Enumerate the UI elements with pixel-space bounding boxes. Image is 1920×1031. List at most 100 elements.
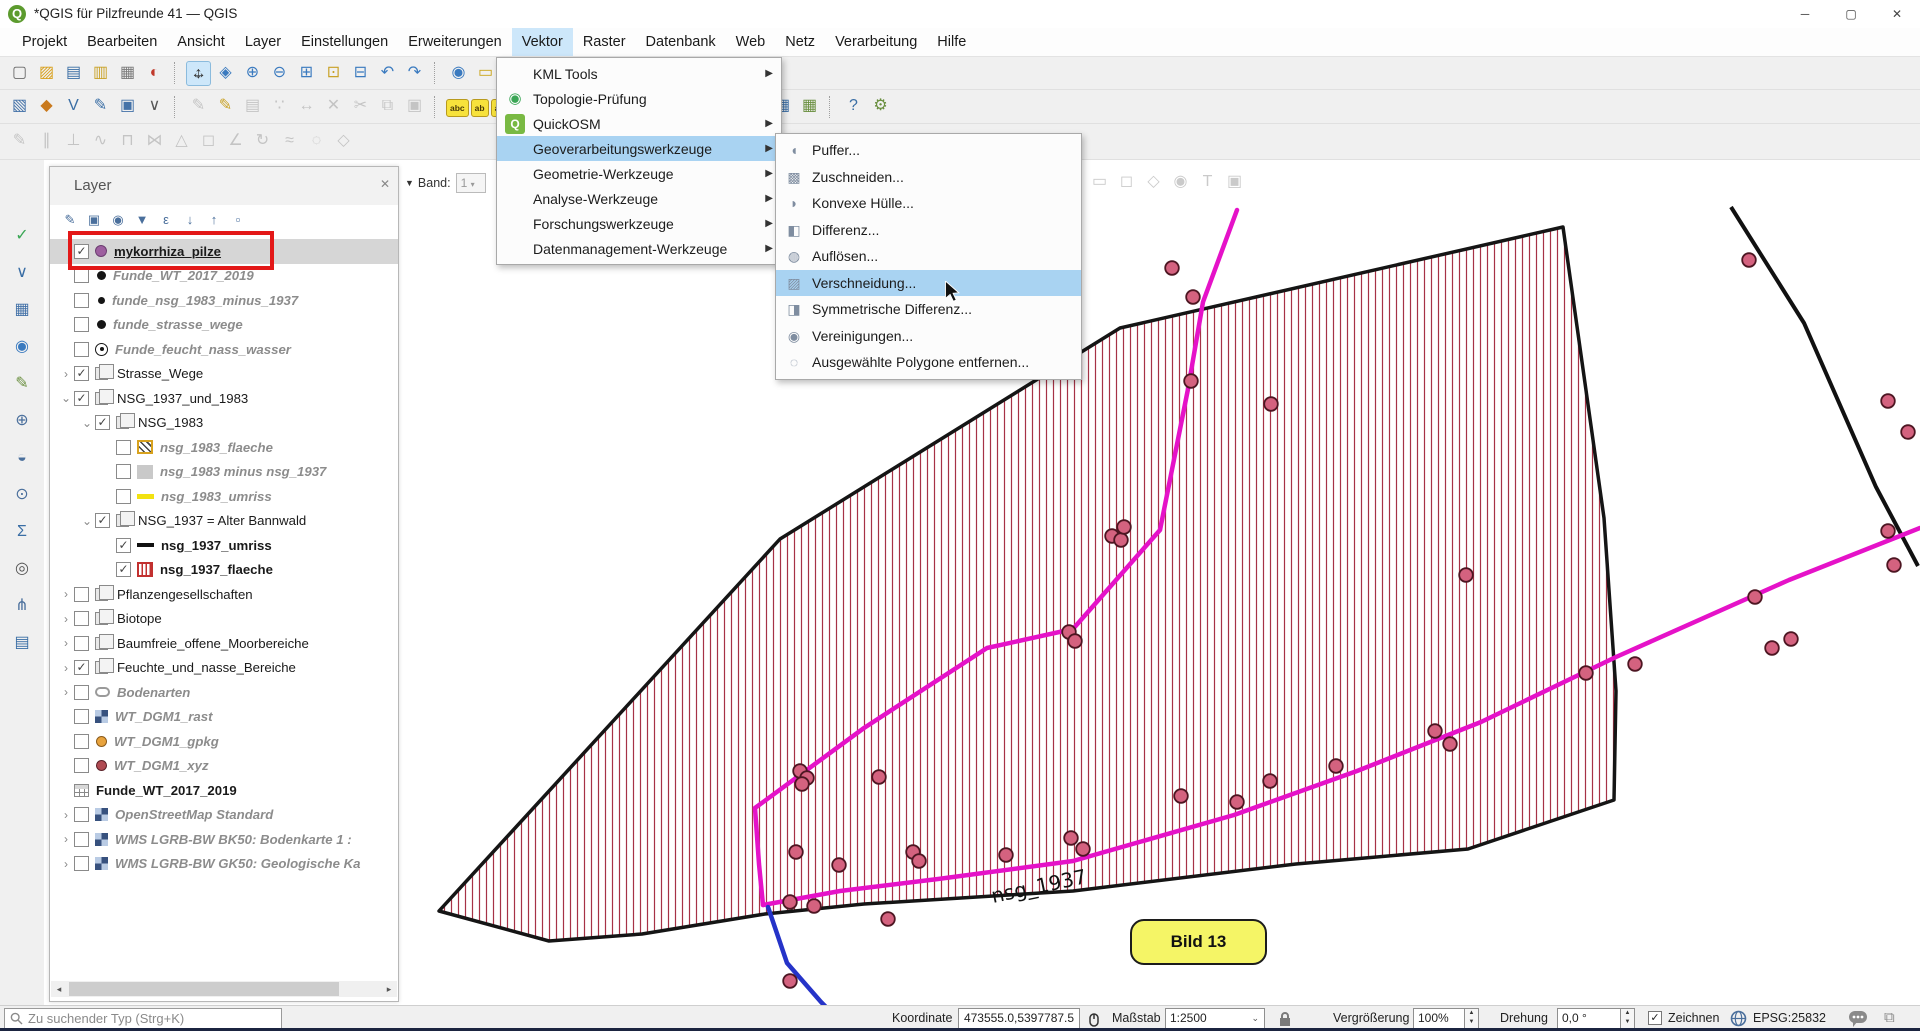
layer-row-nsg-1937-umriss[interactable]: ✓nsg_1937_umriss: [50, 533, 398, 558]
paste-features-button[interactable]: ▣: [402, 94, 427, 119]
layer-visibility-checkbox[interactable]: [74, 807, 89, 822]
vector-overlay-tools-button[interactable]: ∨: [10, 261, 35, 286]
move-feature-button[interactable]: ↔: [294, 94, 319, 119]
add-group-button[interactable]: ▣: [83, 209, 105, 231]
expand-icon[interactable]: ›: [58, 367, 74, 381]
mouse-tracking-icon[interactable]: [1086, 1011, 1102, 1027]
expand-icon[interactable]: ›: [58, 636, 74, 650]
band-select[interactable]: 1 ▾: [456, 173, 486, 193]
menu-hilfe[interactable]: Hilfe: [927, 28, 976, 56]
layer-visibility-checkbox[interactable]: ✓: [95, 513, 110, 528]
merge-features-button[interactable]: ◇: [331, 129, 356, 154]
scale-lock-icon[interactable]: [1278, 1012, 1292, 1027]
magnifier-input[interactable]: 100%: [1413, 1008, 1465, 1029]
layer-row-funde-wt-2017-2019[interactable]: Funde_WT_2017_2019: [50, 778, 398, 803]
open-project-button[interactable]: ▨: [34, 61, 59, 86]
menu-vektor[interactable]: Vektor: [512, 28, 573, 56]
layer-visibility-checkbox[interactable]: [74, 268, 89, 283]
menu-item-quickosm[interactable]: QQuickOSM▶: [497, 111, 781, 136]
layer-row-wms-lgrb-bw-bk50-bodenkarte-1[interactable]: ›WMS LGRB-BW BK50: Bodenkarte 1 :: [50, 827, 398, 852]
layer-row-biotope[interactable]: ›Biotope: [50, 607, 398, 632]
layer-visibility-checkbox[interactable]: ✓: [74, 366, 89, 381]
data-source-manager-button[interactable]: ▧: [7, 94, 32, 119]
minimize-button[interactable]: ─: [1782, 0, 1828, 28]
layer-visibility-checkbox[interactable]: [74, 636, 89, 651]
georeferencer-button[interactable]: ◉: [10, 335, 35, 360]
panel-close-icon[interactable]: ✕: [380, 177, 390, 191]
layer-row-wt-dgm1-rast[interactable]: WT_DGM1_rast: [50, 705, 398, 730]
trim-extend-button[interactable]: ∠: [223, 129, 248, 154]
spreadsheet-layers-button[interactable]: ▦: [797, 94, 822, 119]
menu-projekt[interactable]: Projekt: [12, 28, 77, 56]
add-spatialite-layer-button[interactable]: ◆: [34, 94, 59, 119]
new-geopackage-layer-button[interactable]: ✎: [88, 94, 113, 119]
add-ring-button[interactable]: ◌: [304, 129, 329, 154]
toggle-editing-button[interactable]: ✎: [213, 94, 238, 119]
menu-item-ausgewählte-polygone-entfernen[interactable]: ◌Ausgewählte Polygone entfernen...: [776, 349, 1081, 376]
layer-row-openstreetmap-standard[interactable]: ›OpenStreetMap Standard: [50, 803, 398, 828]
expand-icon[interactable]: ›: [58, 857, 74, 871]
layer-row-nsg-1983-minus-nsg-1937[interactable]: nsg_1983 minus nsg_1937: [50, 460, 398, 485]
scroll-right-icon[interactable]: ▸: [381, 981, 397, 997]
manage-map-themes-button[interactable]: ◉: [107, 209, 129, 231]
annotation-text-button[interactable]: T: [1195, 170, 1220, 195]
fill-ring-button[interactable]: ◻: [196, 129, 221, 154]
menu-item-topologie-prüfung[interactable]: ◉Topologie-Prüfung: [497, 86, 781, 111]
layer-row-strasse-wege[interactable]: ›✓Strasse_Wege: [50, 362, 398, 387]
menu-netz[interactable]: Netz: [775, 28, 825, 56]
layer-row-wms-lgrb-bw-gk50-geologische-ka[interactable]: ›WMS LGRB-BW GK50: Geologische Ka: [50, 852, 398, 877]
layer-row-baumfreie-offene-moorbereiche[interactable]: ›Baumfreie_offene_Moorbereiche: [50, 631, 398, 656]
maximize-button[interactable]: ▢: [1828, 0, 1874, 28]
layer-row-funde-nsg-1983-minus-1937[interactable]: funde_nsg_1983_minus_1937: [50, 288, 398, 313]
layer-row-feuchte-und-nasse-bereiche[interactable]: ›✓Feuchte_und_nasse_Bereiche: [50, 656, 398, 681]
edit-tools-button[interactable]: ✎: [10, 372, 35, 397]
identify-features-button[interactable]: ◉: [446, 61, 471, 86]
table-tool-button[interactable]: ▤: [10, 631, 35, 656]
rotate-feature-button[interactable]: ↻: [250, 129, 275, 154]
copy-features-button[interactable]: ⧉: [375, 94, 400, 119]
parallel-construction-button[interactable]: ∥: [34, 129, 59, 154]
layer-visibility-checkbox[interactable]: ✓: [95, 415, 110, 430]
zoom-to-layer-button[interactable]: ⊟: [348, 61, 373, 86]
save-project-button[interactable]: ▤: [61, 61, 86, 86]
zoom-last-button[interactable]: ↶: [375, 61, 400, 86]
filter-by-expression-button[interactable]: ε: [155, 209, 177, 231]
layer-visibility-checkbox[interactable]: [116, 440, 131, 455]
new-shapefile-layer-button[interactable]: V: [61, 94, 86, 119]
menu-verarbeitung[interactable]: Verarbeitung: [825, 28, 927, 56]
layer-visibility-checkbox[interactable]: [74, 856, 89, 871]
render-checkbox[interactable]: ✓: [1648, 1011, 1662, 1025]
menu-item-analyse-werkzeuge[interactable]: ■Analyse-Werkzeuge▶: [497, 186, 781, 211]
menu-item-forschungswerkzeuge[interactable]: ■Forschungswerkzeuge▶: [497, 211, 781, 236]
layer-visibility-checkbox[interactable]: ✓: [116, 538, 131, 553]
layer-row-nsg-1983[interactable]: ⌄✓NSG_1983: [50, 411, 398, 436]
layer-visibility-checkbox[interactable]: [74, 293, 89, 308]
layer-visibility-checkbox[interactable]: [116, 464, 131, 479]
select-features-button[interactable]: ▭: [473, 61, 498, 86]
collapse-icon[interactable]: ⌄: [58, 391, 74, 405]
offset-curve-button[interactable]: ⊓: [115, 129, 140, 154]
pan-map-button[interactable]: ↔↕: [186, 61, 211, 86]
menu-item-puffer[interactable]: ◖Puffer...: [776, 137, 1081, 164]
layer-visibility-checkbox[interactable]: [74, 709, 89, 724]
map-extent-icon[interactable]: ⧉: [1884, 1009, 1895, 1026]
menu-item-differenz[interactable]: ◧Differenz...: [776, 217, 1081, 244]
select-freehand-button[interactable]: ◇: [1141, 170, 1166, 195]
clip-tool-button[interactable]: ◒: [10, 446, 35, 471]
menu-web[interactable]: Web: [726, 28, 776, 56]
layer-visibility-checkbox[interactable]: [74, 342, 89, 357]
help-contents-button[interactable]: ?: [841, 94, 866, 119]
band-collapse-icon[interactable]: ▼: [405, 178, 414, 188]
menu-item-kml-tools[interactable]: ■KML Tools▶: [497, 61, 781, 86]
current-edits-button[interactable]: ✎: [186, 94, 211, 119]
zoom-full-extent-button[interactable]: ⊞: [294, 61, 319, 86]
expand-icon[interactable]: ›: [58, 808, 74, 822]
layer-row-nsg-1937-flaeche[interactable]: ✓nsg_1937_flaeche: [50, 558, 398, 583]
overview-tool-button[interactable]: ◎: [10, 557, 35, 582]
show-layout-manager-button[interactable]: ▦: [115, 61, 140, 86]
new-print-layout-button[interactable]: ▥: [88, 61, 113, 86]
expand-icon[interactable]: ›: [58, 612, 74, 626]
coordinate-input[interactable]: 473555.0,5397787.5: [958, 1008, 1080, 1029]
layer-row-funde-strasse-wege[interactable]: funde_strasse_wege: [50, 313, 398, 338]
menu-raster[interactable]: Raster: [573, 28, 636, 56]
